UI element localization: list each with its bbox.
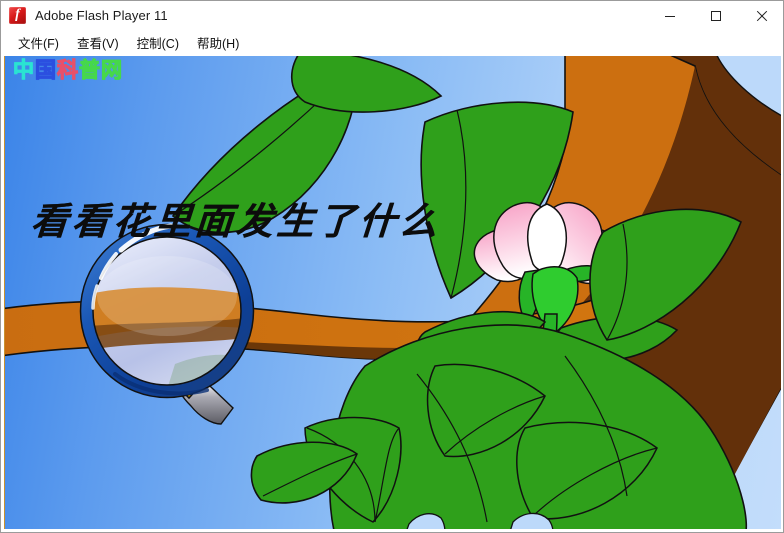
flash-player-window: Adobe Flash Player 11 文件(F) 查看(	[0, 0, 784, 533]
title-bar: Adobe Flash Player 11	[1, 1, 783, 30]
lens-bloom	[97, 256, 237, 336]
scene-illustration	[5, 56, 781, 530]
minimize-button[interactable]	[647, 1, 693, 30]
flash-logo-icon	[9, 6, 26, 24]
maximize-icon	[711, 10, 721, 21]
close-button[interactable]	[739, 1, 783, 30]
menu-item-control[interactable]: 控制(C)	[128, 31, 188, 54]
minimize-icon	[665, 15, 675, 17]
menu-item-help[interactable]: 帮助(H)	[188, 31, 248, 54]
menu-item-file[interactable]: 文件(F)	[9, 31, 68, 54]
leaf-top-small	[291, 56, 443, 113]
window-controls	[647, 1, 783, 30]
flower-petal-center	[526, 203, 568, 273]
close-icon	[756, 10, 768, 21]
menu-item-view[interactable]: 查看(V)	[68, 31, 128, 54]
menu-bar: 文件(F) 查看(V) 控制(C) 帮助(H)	[1, 30, 783, 54]
stage-bottom-edge	[4, 529, 781, 531]
window-title: Adobe Flash Player 11	[35, 8, 168, 23]
maximize-button[interactable]	[693, 1, 739, 30]
magnifying-glass	[79, 223, 255, 425]
flash-stage[interactable]: 中国科普网 看看花里面发生了什么	[4, 56, 781, 530]
